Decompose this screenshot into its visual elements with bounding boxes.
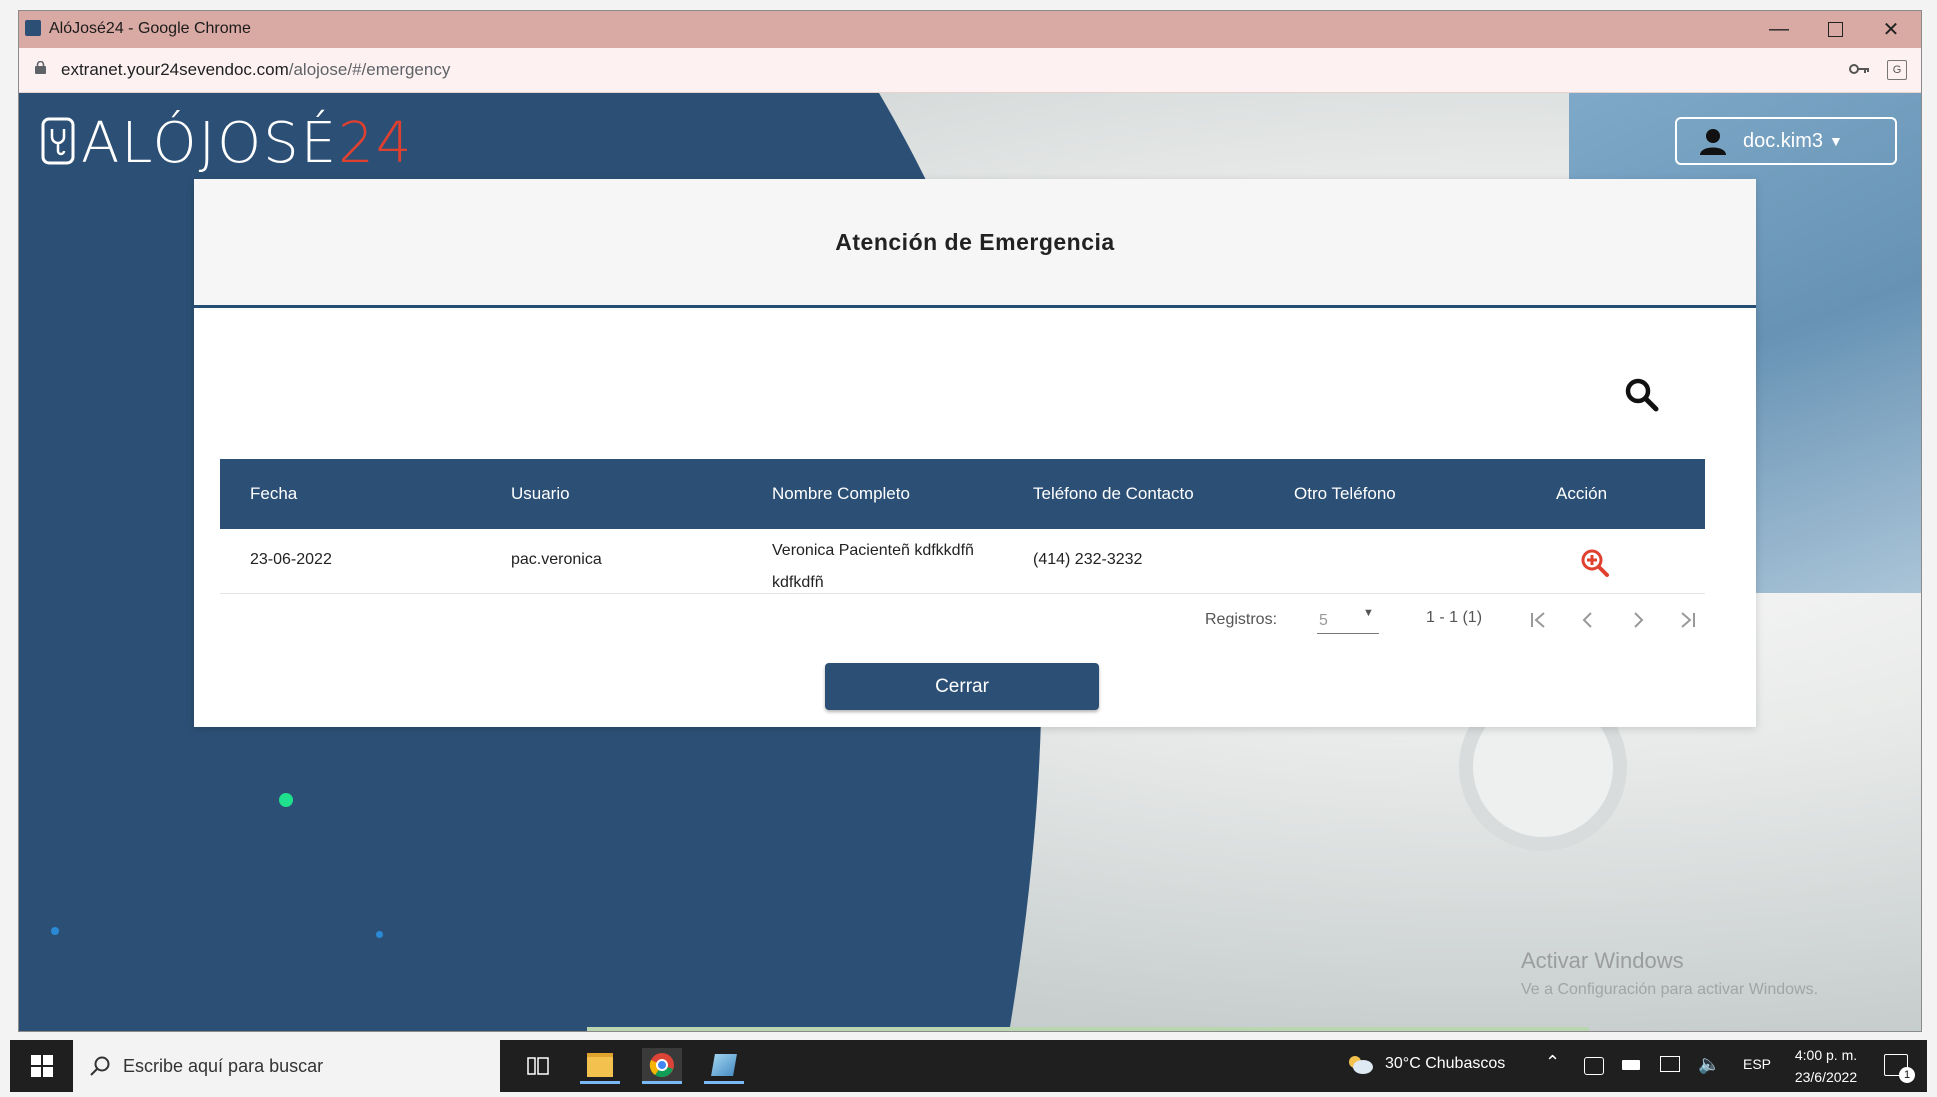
user-menu-button[interactable]: doc.kim3 ▼ xyxy=(1675,117,1897,165)
cell-nombre-line2: kdfkdfñ xyxy=(772,574,824,591)
col-otro-telefono[interactable]: Otro Teléfono xyxy=(1294,459,1396,529)
activation-watermark: Activar Windows xyxy=(1521,948,1684,973)
battery-icon[interactable] xyxy=(1622,1060,1640,1070)
browser-window: AlóJosé24 - Google Chrome — ✕ extranet.y… xyxy=(18,10,1922,1032)
dropdown-arrow-icon: ▼ xyxy=(1363,607,1374,619)
last-page-icon[interactable] xyxy=(1677,609,1699,631)
page-range: 1 - 1 (1) xyxy=(1426,609,1483,626)
decor-dot-blue xyxy=(51,927,59,935)
paginator: Registros: 5 ▼ 1 - 1 (1) xyxy=(194,599,1756,639)
app-logo[interactable]: ALÓJOSÉ24 xyxy=(41,103,411,176)
maximize-icon xyxy=(1827,22,1843,37)
col-fecha[interactable]: Fecha xyxy=(250,459,297,529)
page-content: ALÓJOSÉ24 doc.kim3 ▼ Atención de Emergen… xyxy=(19,93,1921,1031)
task-view-button[interactable] xyxy=(518,1048,558,1084)
search-icon[interactable] xyxy=(1624,377,1660,413)
address-bar[interactable]: extranet.your24sevendoc.com/alojose/#/em… xyxy=(19,48,1921,93)
phone-stethoscope-icon xyxy=(41,117,75,165)
col-nombre[interactable]: Nombre Completo xyxy=(772,459,910,529)
close-window-button[interactable]: ✕ xyxy=(1863,11,1919,48)
view-details-icon[interactable] xyxy=(1580,548,1610,578)
col-telefono[interactable]: Teléfono de Contacto xyxy=(1033,459,1194,529)
meet-icon[interactable] xyxy=(1584,1057,1604,1075)
decor-dot-green xyxy=(279,793,293,807)
page-size-value: 5 xyxy=(1319,612,1328,629)
page-size-select[interactable]: 5 ▼ xyxy=(1317,605,1379,634)
activation-watermark-sub: Ve a Configuración para activar Windows. xyxy=(1521,981,1819,998)
clock-date: 23/6/2022 xyxy=(1794,1069,1858,1085)
cell-telefono: (414) 232-3232 xyxy=(1033,551,1143,568)
table-header: Fecha Usuario Nombre Completo Teléfono d… xyxy=(220,459,1705,529)
network-icon[interactable] xyxy=(1660,1056,1680,1072)
key-icon[interactable] xyxy=(1849,62,1871,76)
notification-count: 1 xyxy=(1899,1067,1915,1083)
app-button[interactable] xyxy=(704,1048,744,1084)
caret-down-icon: ▼ xyxy=(1829,133,1843,149)
weather-icon xyxy=(1349,1056,1373,1074)
notifications-icon[interactable]: 1 xyxy=(1884,1054,1915,1083)
col-accion: Acción xyxy=(1556,484,1608,503)
modal-header: Atención de Emergencia xyxy=(194,179,1756,308)
taskbar-search[interactable]: Escribe aquí para buscar xyxy=(73,1040,500,1092)
chrome-icon xyxy=(649,1052,674,1077)
weather-text[interactable]: 30°C Chubascos xyxy=(1385,1055,1505,1073)
url-text[interactable]: extranet.your24sevendoc.com/alojose/#/em… xyxy=(61,60,450,80)
modal-title: Atención de Emergencia xyxy=(835,228,1115,255)
maximize-button[interactable] xyxy=(1807,11,1863,48)
cell-nombre-line1: Veronica Pacienteñ kdfkkdfñ xyxy=(772,542,974,559)
app-icon xyxy=(711,1053,737,1076)
clock-time: 4:00 p. m. xyxy=(1794,1047,1858,1063)
chevron-up-icon[interactable]: ⌃ xyxy=(1545,1052,1560,1073)
clock[interactable]: 4:00 p. m. 23/6/2022 xyxy=(1786,1044,1866,1088)
background-console-strip xyxy=(587,1027,1589,1031)
cell-usuario: pac.veronica xyxy=(511,551,602,568)
translate-icon[interactable]: G xyxy=(1887,60,1907,80)
prev-page-icon[interactable] xyxy=(1577,609,1599,631)
close-button[interactable]: Cerrar xyxy=(825,663,1099,710)
decor-dot-blue-2 xyxy=(376,931,383,938)
language-indicator[interactable]: ESP xyxy=(1743,1056,1771,1072)
chrome-button[interactable] xyxy=(642,1048,682,1084)
title-bar: AlóJosé24 - Google Chrome — ✕ xyxy=(19,11,1921,48)
username: doc.kim3 xyxy=(1743,129,1824,152)
first-page-icon[interactable] xyxy=(1527,609,1549,631)
col-usuario[interactable]: Usuario xyxy=(511,459,570,529)
next-page-icon[interactable] xyxy=(1627,609,1649,631)
page-size-label: Registros: xyxy=(1205,611,1278,628)
volume-icon[interactable]: 🔈 xyxy=(1698,1054,1720,1075)
table-row: 23-06-2022 pac.veronica Veronica Pacient… xyxy=(220,529,1705,594)
cell-nombre: Veronica Pacienteñ kdfkkdfñ kdfkdfñ xyxy=(772,535,974,599)
taskbar: Escribe aquí para buscar 30°C Chubascos … xyxy=(10,1040,1927,1092)
emergency-modal: Atención de Emergencia Fecha Usuario Nom… xyxy=(194,179,1756,727)
user-avatar-icon xyxy=(1700,129,1726,155)
minimize-button[interactable]: — xyxy=(1751,11,1807,48)
file-explorer-button[interactable] xyxy=(580,1048,620,1084)
cell-fecha: 23-06-2022 xyxy=(250,551,332,568)
lock-icon xyxy=(35,61,46,74)
task-view-icon xyxy=(527,1057,549,1075)
window-title: AlóJosé24 - Google Chrome xyxy=(49,20,251,37)
windows-icon xyxy=(31,1055,53,1077)
start-button[interactable] xyxy=(22,1048,62,1084)
search-icon xyxy=(90,1056,110,1076)
logo-text: ALÓJOSÉ24 xyxy=(81,111,414,176)
favicon-icon xyxy=(25,20,41,36)
taskbar-search-placeholder: Escribe aquí para buscar xyxy=(123,1055,324,1076)
folder-icon xyxy=(587,1052,613,1077)
